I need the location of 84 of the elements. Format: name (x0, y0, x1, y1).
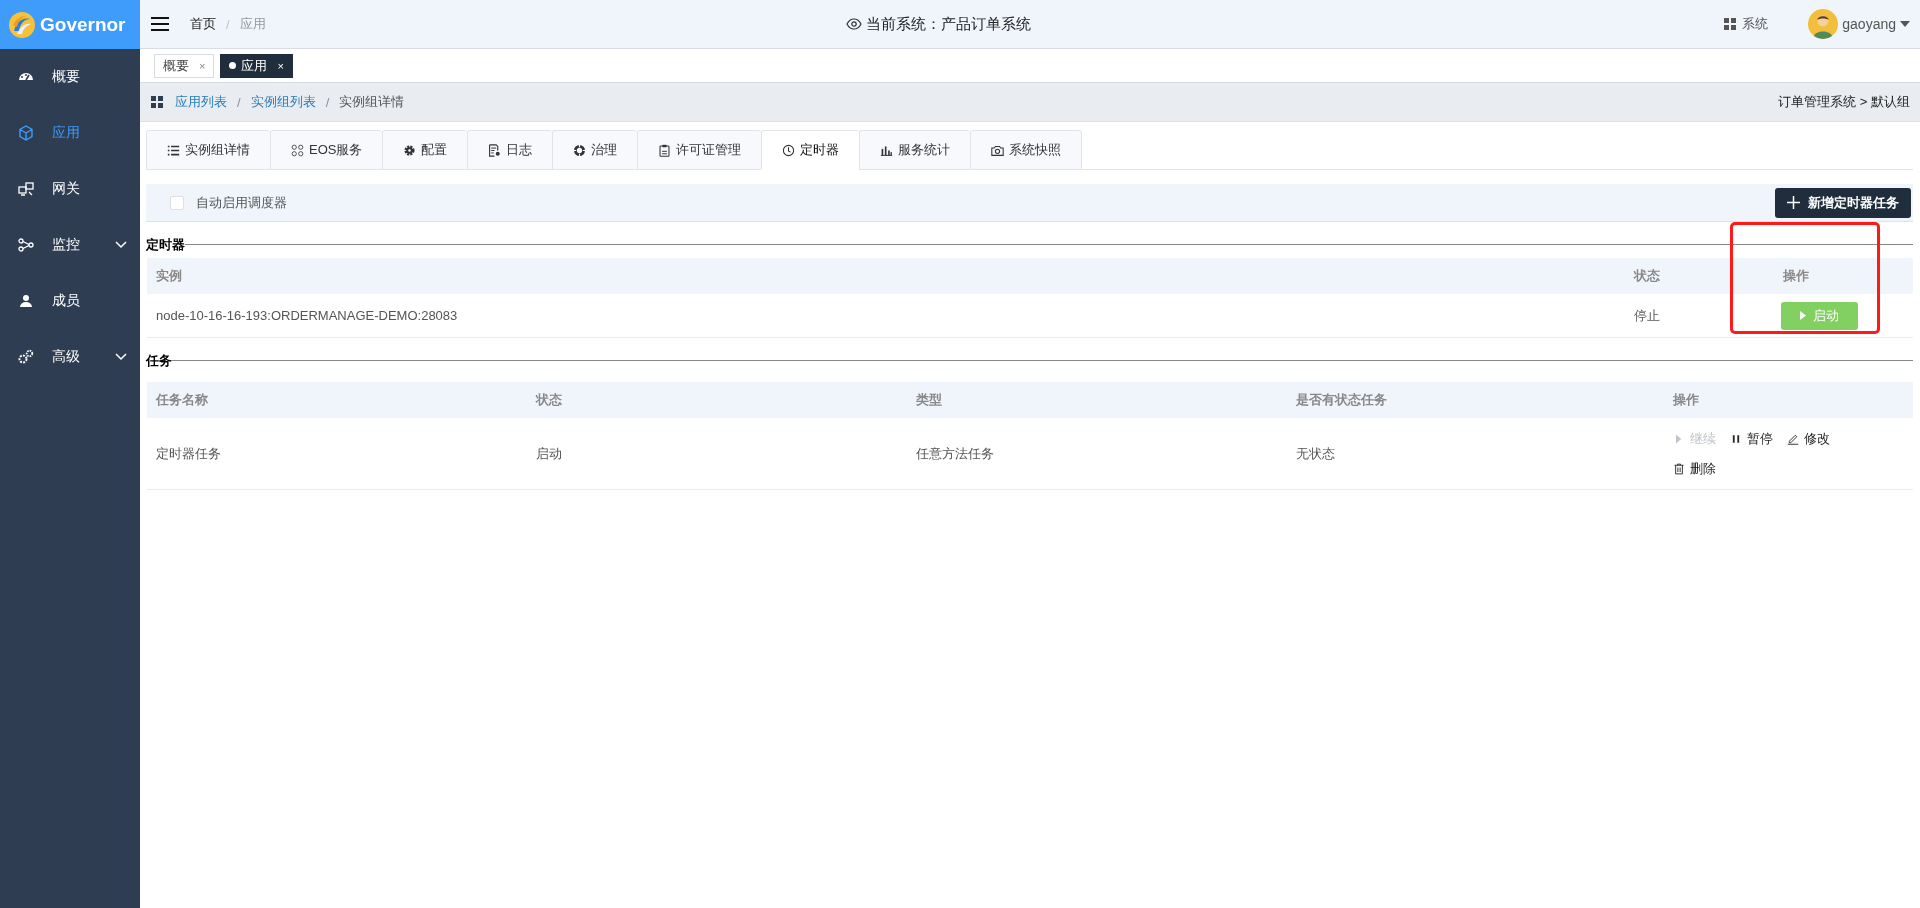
breadcrumb-item: 实例组详情 (339, 93, 405, 111)
breadcrumb-separator: / (237, 94, 241, 110)
open-tab[interactable]: 应用 × (220, 53, 293, 78)
menu-icon (150, 16, 170, 32)
play-icon (1799, 311, 1807, 320)
tab[interactable]: 服务统计 (859, 130, 971, 170)
add-timer-task-button[interactable]: 新增定时器任务 (1775, 187, 1911, 218)
network-icon (18, 181, 34, 197)
clock-icon (782, 143, 796, 157)
breadcrumb-separator: / (226, 16, 230, 32)
caret-icon (1900, 21, 1910, 27)
sidebar-item[interactable]: 监控 (0, 217, 140, 273)
plus-icon (1787, 196, 1800, 209)
checkbox[interactable] (170, 195, 184, 210)
tab[interactable]: 日志 (467, 130, 553, 170)
action-link: 继续 (1673, 429, 1716, 448)
tab[interactable]: 定时器 (761, 130, 860, 170)
grid-icon (291, 143, 304, 157)
group-path: 订单管理系统 > 默认组 (1778, 93, 1910, 111)
sidebar-item[interactable]: 高级 (0, 329, 140, 385)
action-link[interactable]: 修改 (1787, 429, 1830, 448)
eye-icon (845, 16, 862, 32)
gears-icon (18, 349, 34, 365)
table-cell: node-10-16-16-193:ORDERMANAGE-DEMO:28083 (147, 294, 1625, 338)
table-cell: 启动 (527, 418, 907, 490)
active-dot-icon (229, 62, 237, 69)
document-icon (488, 143, 502, 157)
sidebar-item[interactable]: 概要 (0, 49, 140, 105)
close-icon[interactable]: × (277, 59, 284, 72)
action-link[interactable]: 删除 (1673, 459, 1716, 478)
user-menu[interactable]: gaoyang (1808, 9, 1910, 39)
grid-icon (1724, 18, 1737, 30)
section-title: 定时器 (146, 236, 185, 254)
list-icon (167, 143, 180, 157)
table-cell: 任意方法任务 (907, 418, 1287, 490)
pause-icon (1730, 432, 1742, 445)
checkbox-label: 自动启用调度器 (196, 193, 287, 212)
tab[interactable]: 许可证管理 (637, 130, 762, 170)
camera-icon (991, 143, 1005, 157)
section-title: 任务 (146, 352, 172, 370)
app-name: Governor (40, 13, 126, 36)
table-cell: 无状态 (1287, 418, 1664, 490)
grid-icon (151, 96, 163, 108)
sidebar-item[interactable]: 网关 (0, 161, 140, 217)
column-header: 实例 (147, 258, 1625, 294)
table-cell: 停止 (1625, 294, 1774, 338)
column-header: 类型 (907, 382, 1287, 418)
action-link[interactable]: 暂停 (1730, 429, 1773, 448)
bar-chart-icon (880, 143, 894, 157)
cube-icon (18, 125, 34, 141)
pencil-icon (1787, 432, 1799, 445)
column-header: 状态 (527, 382, 907, 418)
column-header: 状态 (1625, 258, 1774, 294)
column-header: 是否有状态任务 (1287, 382, 1664, 418)
table-cell: 定时器任务 (147, 418, 527, 490)
current-system: 当前系统：产品订单系统 (865, 14, 1031, 34)
clipboard-icon (658, 143, 672, 157)
column-header: 操作 (1774, 258, 1913, 294)
close-icon[interactable]: × (199, 59, 206, 72)
lifebuoy-icon (573, 143, 587, 157)
column-header: 任务名称 (147, 382, 527, 418)
breadcrumb-item: 应用 (239, 15, 266, 33)
system-label: 系统 (1742, 15, 1769, 33)
system-menu[interactable]: 系统 (1724, 15, 1769, 33)
tab[interactable]: 配置 (382, 130, 468, 170)
tab[interactable]: 系统快照 (970, 130, 1083, 170)
user-name: gaoyang (1842, 16, 1896, 32)
settings-icon (403, 143, 417, 157)
breadcrumb-item[interactable]: 首页 (190, 15, 216, 33)
logo-icon (8, 10, 36, 39)
sidebar-item[interactable]: 成员 (0, 273, 140, 329)
nodes-icon (18, 237, 34, 253)
breadcrumb-separator: / (325, 94, 330, 110)
trash-icon (1673, 462, 1685, 475)
avatar-icon (1808, 9, 1839, 39)
tab[interactable]: 实例组详情 (146, 130, 270, 170)
column-header: 操作 (1664, 382, 1913, 418)
breadcrumb-link[interactable]: 应用列表 (175, 93, 227, 111)
sidebar-item[interactable]: 应用 (0, 105, 140, 161)
open-tab[interactable]: 概要 × (154, 53, 215, 78)
tab[interactable]: EOS服务 (270, 130, 383, 170)
breadcrumb-link[interactable]: 实例组列表 (250, 93, 316, 111)
user-icon (18, 293, 34, 309)
tab[interactable]: 治理 (552, 130, 638, 170)
